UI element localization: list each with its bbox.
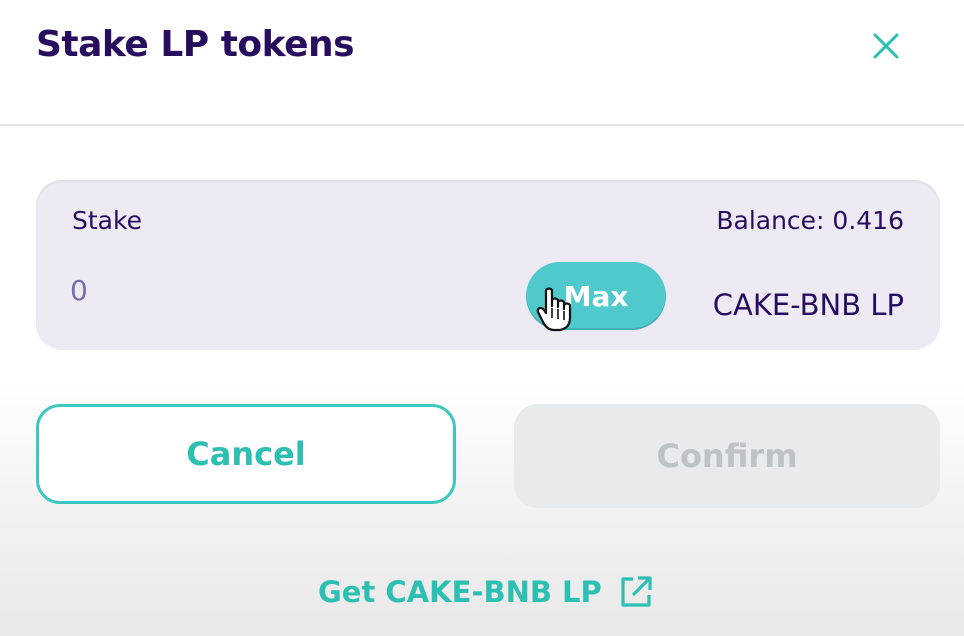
stake-lp-modal: Stake LP tokens Stake Balance: 0.416 Max… xyxy=(0,0,964,636)
close-icon xyxy=(873,33,899,59)
confirm-button[interactable]: Confirm xyxy=(514,404,940,508)
get-lp-link[interactable]: Get CAKE-BNB LP xyxy=(318,570,654,614)
stake-amount-input[interactable] xyxy=(70,270,450,310)
get-lp-label: Get CAKE-BNB LP xyxy=(318,575,602,609)
stake-label: Stake xyxy=(72,206,142,235)
modal-title: Stake LP tokens xyxy=(36,24,355,65)
token-label: CAKE-BNB LP xyxy=(712,288,904,322)
modal-header: Stake LP tokens xyxy=(0,0,964,126)
balance-text: Balance: 0.416 xyxy=(716,206,904,235)
external-link-icon xyxy=(621,576,652,607)
close-button[interactable] xyxy=(862,22,910,70)
cancel-button[interactable]: Cancel xyxy=(36,404,456,504)
stake-input-panel: Stake Balance: 0.416 Max CAKE-BNB LP xyxy=(36,180,940,350)
hand-pointer-icon xyxy=(536,287,572,332)
